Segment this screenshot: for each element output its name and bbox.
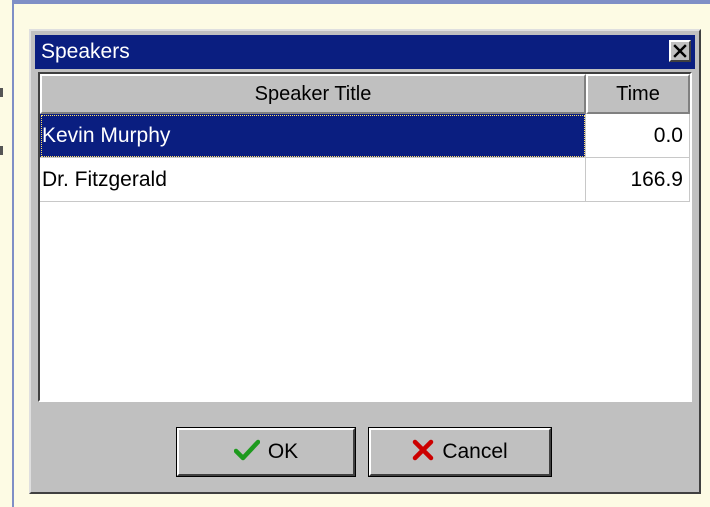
dialog-title: Speakers [41, 40, 130, 63]
background-artifact [0, 88, 3, 97]
cancel-label: Cancel [442, 440, 508, 464]
table-row[interactable]: Dr. Fitzgerald 166.9 [40, 158, 690, 202]
button-bar: OK Cancel [35, 406, 695, 488]
page-border-left [12, 0, 14, 507]
ok-button[interactable]: OK [176, 427, 356, 477]
time-cell[interactable]: 0.0 [586, 114, 690, 158]
ok-label: OK [267, 440, 299, 464]
dialog-titlebar[interactable]: Speakers [35, 35, 695, 69]
speakers-grid[interactable]: Speaker Title Time Kevin Murphy 0.0 Dr. … [38, 72, 692, 402]
checkmark-icon [233, 440, 260, 461]
cancel-button[interactable]: Cancel [368, 427, 552, 477]
x-mark-icon [413, 440, 434, 461]
time-cell[interactable]: 166.9 [586, 158, 690, 202]
column-header-time[interactable]: Time [586, 74, 690, 114]
speakers-dialog: Speakers Speaker Title Time Kevin Murphy… [29, 29, 701, 494]
speaker-title-cell[interactable]: Kevin Murphy [40, 114, 586, 158]
grid-header: Speaker Title Time [40, 74, 690, 114]
background-artifact [0, 146, 3, 155]
close-icon [673, 44, 687, 58]
close-button[interactable] [669, 40, 691, 62]
table-row[interactable]: Kevin Murphy 0.0 [40, 114, 690, 158]
speaker-title-cell[interactable]: Dr. Fitzgerald [40, 158, 586, 202]
column-header-speaker-title[interactable]: Speaker Title [40, 74, 586, 114]
page-border-top [12, 0, 710, 4]
